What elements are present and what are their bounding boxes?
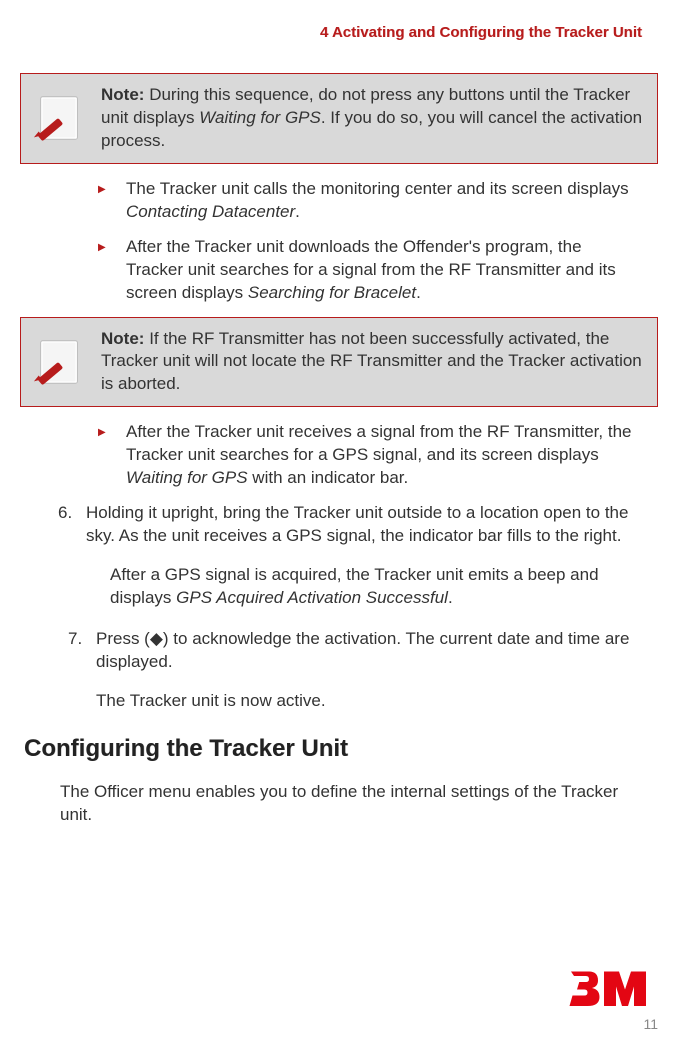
step-6-text: Holding it upright, bring the Tracker un…	[86, 503, 628, 545]
note-label: Note:	[101, 329, 144, 348]
note-box-1: Note: During this sequence, do not press…	[20, 73, 658, 164]
note-text-2: Note: If the RF Transmitter has not been…	[101, 328, 643, 397]
bullet-a2: After the Tracker unit downloads the Off…	[126, 236, 642, 305]
note2-text: If the RF Transmitter has not been succe…	[101, 329, 642, 394]
step-6: 6.Holding it upright, bring the Tracker …	[16, 502, 644, 548]
step-6-continuation: After a GPS signal is acquired, the Trac…	[16, 564, 648, 610]
bullet-list-b: After the Tracker unit receives a signal…	[16, 421, 642, 490]
bullet-a1: The Tracker unit calls the monitoring ce…	[126, 178, 642, 224]
footer: 11	[568, 964, 658, 1032]
note-box-2: Note: If the RF Transmitter has not been…	[20, 317, 658, 408]
logo-3m-icon	[568, 964, 658, 1012]
tracker-active-line: The Tracker unit is now active.	[16, 690, 642, 713]
note-label: Note:	[101, 85, 144, 104]
bullet-list-a: The Tracker unit calls the monitoring ce…	[16, 178, 642, 305]
step-7-text: Press (◆) to acknowledge the activation.…	[96, 629, 629, 671]
config-intro: The Officer menu enables you to define t…	[16, 781, 638, 827]
page-number: 11	[568, 1016, 658, 1032]
section-heading-configuring: Configuring the Tracker Unit	[24, 735, 662, 763]
note-pencil-icon	[31, 89, 89, 147]
bullet-b1: After the Tracker unit receives a signal…	[126, 421, 642, 490]
note1-italic: Waiting for GPS	[199, 108, 321, 127]
note-text-1: Note: During this sequence, do not press…	[101, 84, 643, 153]
note-pencil-icon	[31, 333, 89, 391]
step-7-num: 7.	[68, 628, 96, 651]
step-6-num: 6.	[58, 502, 86, 525]
chapter-header: 4 Activating and Configuring the Tracker…	[16, 24, 662, 41]
step-7: 7.Press (◆) to acknowledge the activatio…	[16, 628, 644, 674]
